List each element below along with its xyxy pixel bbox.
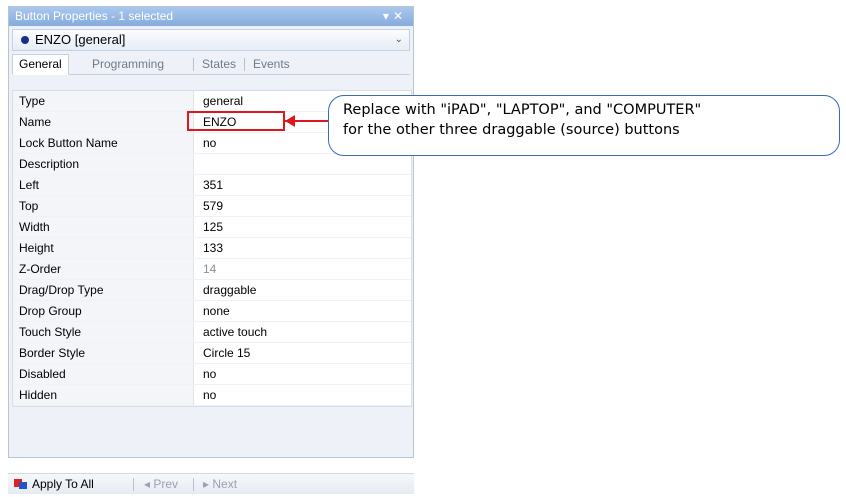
property-value[interactable]: active touch [194, 322, 411, 342]
pin-icon[interactable]: ▾ [383, 9, 393, 23]
panel-titlebar: Button Properties - 1 selected ▾✕ [9, 7, 413, 26]
prev-button[interactable]: ◂ Prev [144, 474, 178, 494]
property-label: Description [13, 154, 194, 174]
next-label: Next [212, 477, 238, 491]
property-value[interactable]: 133 [194, 238, 411, 258]
prev-label: Prev [153, 477, 179, 491]
tab-programming[interactable]: Programming [86, 54, 170, 74]
property-value[interactable]: Circle 15 [194, 343, 411, 363]
property-value: 14 [203, 262, 217, 276]
property-label: Disabled [13, 364, 194, 384]
tab-divider [193, 58, 194, 71]
annotation-callout: Replace with "iPAD", "LAPTOP", and "COMP… [328, 95, 840, 156]
property-label: Width [13, 217, 194, 237]
property-label: Name [13, 112, 194, 132]
tab-divider [244, 58, 245, 71]
property-label: Touch Style [13, 322, 194, 342]
property-label: Height [13, 238, 194, 258]
property-row-drag-drop-type[interactable]: Drag/Drop Type draggable [13, 280, 411, 301]
selector-value: ENZO [general] [35, 32, 126, 47]
apply-to-all-icon [14, 479, 28, 489]
property-value[interactable]: 351 [194, 175, 411, 195]
button-properties-panel: Button Properties - 1 selected ▾✕ ENZO [… [8, 6, 414, 458]
property-value[interactable]: no [194, 364, 411, 384]
toolbar-divider [133, 478, 134, 491]
property-row-description[interactable]: Description [13, 154, 411, 175]
property-row-width[interactable]: Width 125 [13, 217, 411, 238]
property-row-height[interactable]: Height 133 [13, 238, 411, 259]
apply-to-all-label: Apply To All [32, 477, 94, 491]
property-row-left[interactable]: Left 351 [13, 175, 411, 196]
next-button[interactable]: ▸ Next [203, 474, 237, 494]
property-tabs: General Programming States Events [12, 54, 410, 75]
chevron-down-icon[interactable]: ⌄ [395, 30, 403, 50]
toolbar-divider [193, 478, 194, 491]
callout-line-2: for the other three draggable (source) b… [343, 122, 680, 138]
prev-icon: ◂ [144, 477, 151, 491]
property-row-drop-group[interactable]: Drop Group none [13, 301, 411, 322]
property-label: Type [13, 91, 194, 111]
property-value[interactable]: 579 [194, 196, 411, 216]
property-label: Hidden [13, 385, 194, 405]
tab-states[interactable]: States [196, 54, 242, 74]
panel-bottom-toolbar: Apply To All ◂ Prev ▸ Next [8, 473, 414, 494]
callout-arrow-icon [285, 115, 295, 127]
property-row-touch-style[interactable]: Touch Style active touch [13, 322, 411, 343]
property-label: Drag/Drop Type [13, 280, 194, 300]
apply-to-all-button[interactable]: Apply To All [14, 474, 94, 494]
property-label: Top [13, 196, 194, 216]
property-label: Border Style [13, 343, 194, 363]
button-selector-dropdown[interactable]: ENZO [general] ⌄ [12, 29, 410, 51]
property-row-disabled[interactable]: Disabled no [13, 364, 411, 385]
button-color-dot-icon [21, 35, 29, 44]
close-icon[interactable]: ✕ [393, 9, 407, 23]
property-label: Z-Order [13, 259, 194, 279]
callout-line-1: Replace with "iPAD", "LAPTOP", and "COMP… [343, 102, 702, 118]
property-value[interactable]: none [194, 301, 411, 321]
panel-title: Button Properties - 1 selected [15, 9, 174, 23]
property-row-hidden[interactable]: Hidden no [13, 385, 411, 406]
name-value-highlight [187, 111, 285, 131]
property-value[interactable]: no [194, 385, 411, 405]
property-value[interactable]: 125 [194, 217, 411, 237]
tab-general[interactable]: General [12, 54, 69, 75]
property-value[interactable]: draggable [194, 280, 411, 300]
property-row-z-order[interactable]: Z-Order 14 [13, 259, 411, 280]
next-icon: ▸ [203, 477, 210, 491]
property-label: Left [13, 175, 194, 195]
property-row-border-style[interactable]: Border Style Circle 15 [13, 343, 411, 364]
property-row-top[interactable]: Top 579 [13, 196, 411, 217]
property-value[interactable] [194, 154, 411, 174]
tab-events[interactable]: Events [247, 54, 296, 74]
property-label: Lock Button Name [13, 133, 194, 153]
property-label: Drop Group [13, 301, 194, 321]
